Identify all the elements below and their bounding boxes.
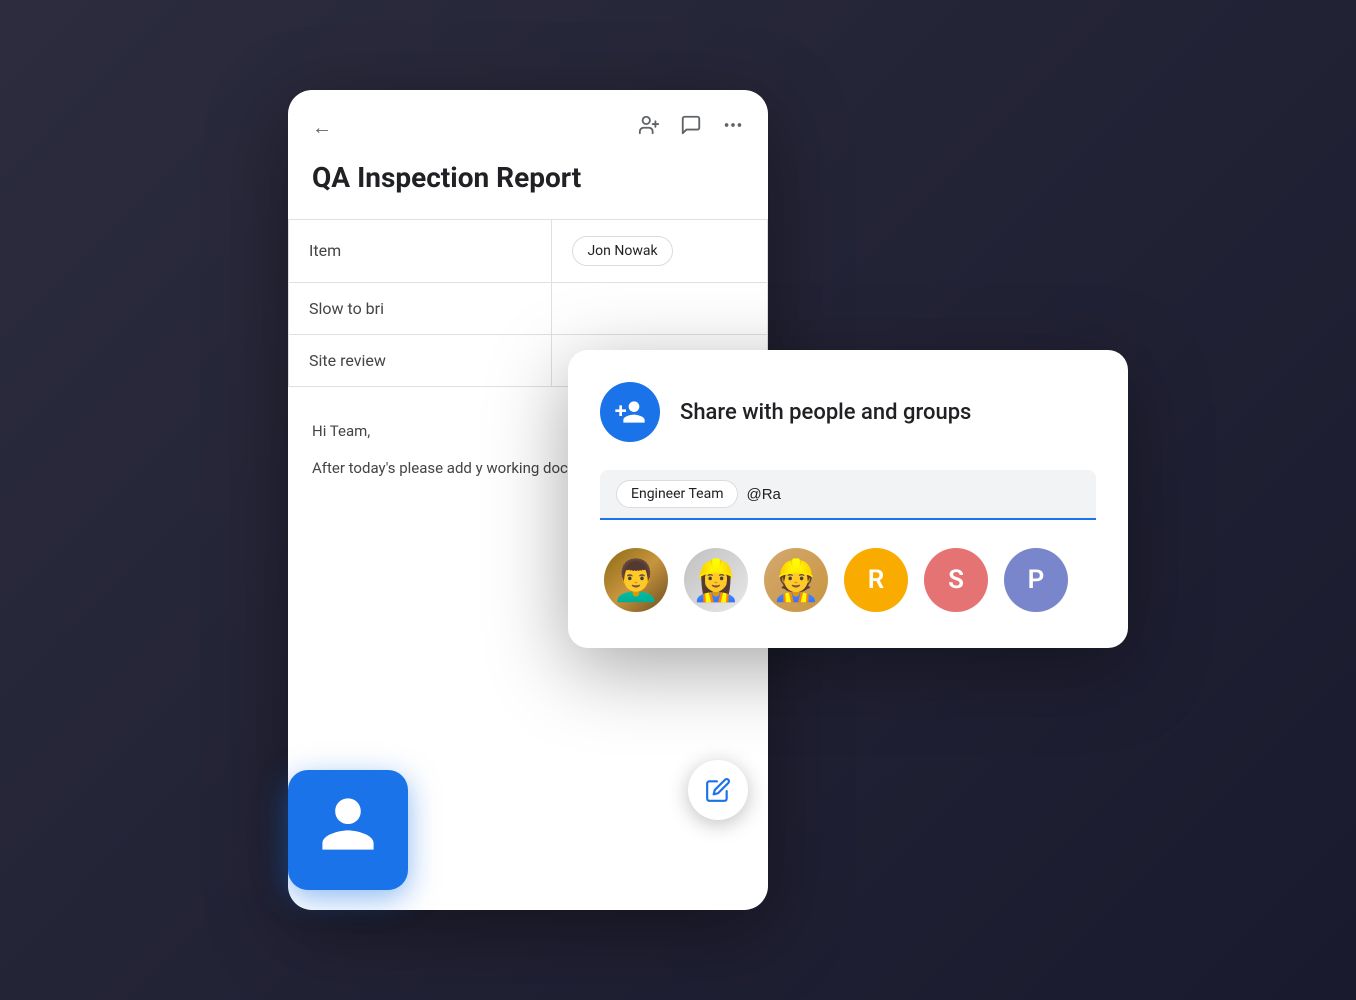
- back-button[interactable]: ←: [312, 115, 332, 140]
- avatar-person-1[interactable]: [604, 548, 668, 612]
- doc-header: ←: [288, 114, 768, 161]
- table-row: Slow to bri: [289, 282, 768, 334]
- table-cell-slow-value: [552, 282, 768, 334]
- table-cell-slow: Slow to bri: [289, 282, 552, 334]
- avatar-person-3[interactable]: [764, 548, 828, 612]
- doc-actions-group: [638, 114, 744, 141]
- table-cell-jon-nowak: Jon Nowak: [552, 219, 768, 282]
- share-dialog-title: Share with people and groups: [680, 400, 971, 425]
- share-input-row: Engineer Team: [600, 470, 1096, 520]
- share-dialog: Share with people and groups Engineer Te…: [568, 350, 1128, 648]
- share-icon-circle: [600, 382, 660, 442]
- comment-icon[interactable]: [680, 114, 702, 141]
- doc-title: QA Inspection Report: [288, 161, 768, 219]
- avatar-p[interactable]: P: [1004, 548, 1068, 612]
- avatar-person-2[interactable]: [684, 548, 748, 612]
- table-cell-item: Item: [289, 219, 552, 282]
- table-row: Item Jon Nowak: [289, 219, 768, 282]
- share-avatars-row: R S P: [600, 544, 1096, 620]
- table-cell-site: Site review: [289, 334, 552, 386]
- edit-fab-button[interactable]: [688, 760, 748, 820]
- add-person-icon[interactable]: [638, 114, 660, 141]
- engineer-team-chip[interactable]: Engineer Team: [616, 480, 738, 508]
- person-icon: [316, 792, 380, 869]
- share-header: Share with people and groups: [600, 382, 1096, 442]
- share-search-input[interactable]: [746, 486, 1080, 503]
- jon-nowak-chip[interactable]: Jon Nowak: [572, 236, 672, 266]
- more-options-icon[interactable]: [722, 114, 744, 141]
- avatar-r[interactable]: R: [844, 548, 908, 612]
- avatar-s[interactable]: S: [924, 548, 988, 612]
- person-card[interactable]: [288, 770, 408, 890]
